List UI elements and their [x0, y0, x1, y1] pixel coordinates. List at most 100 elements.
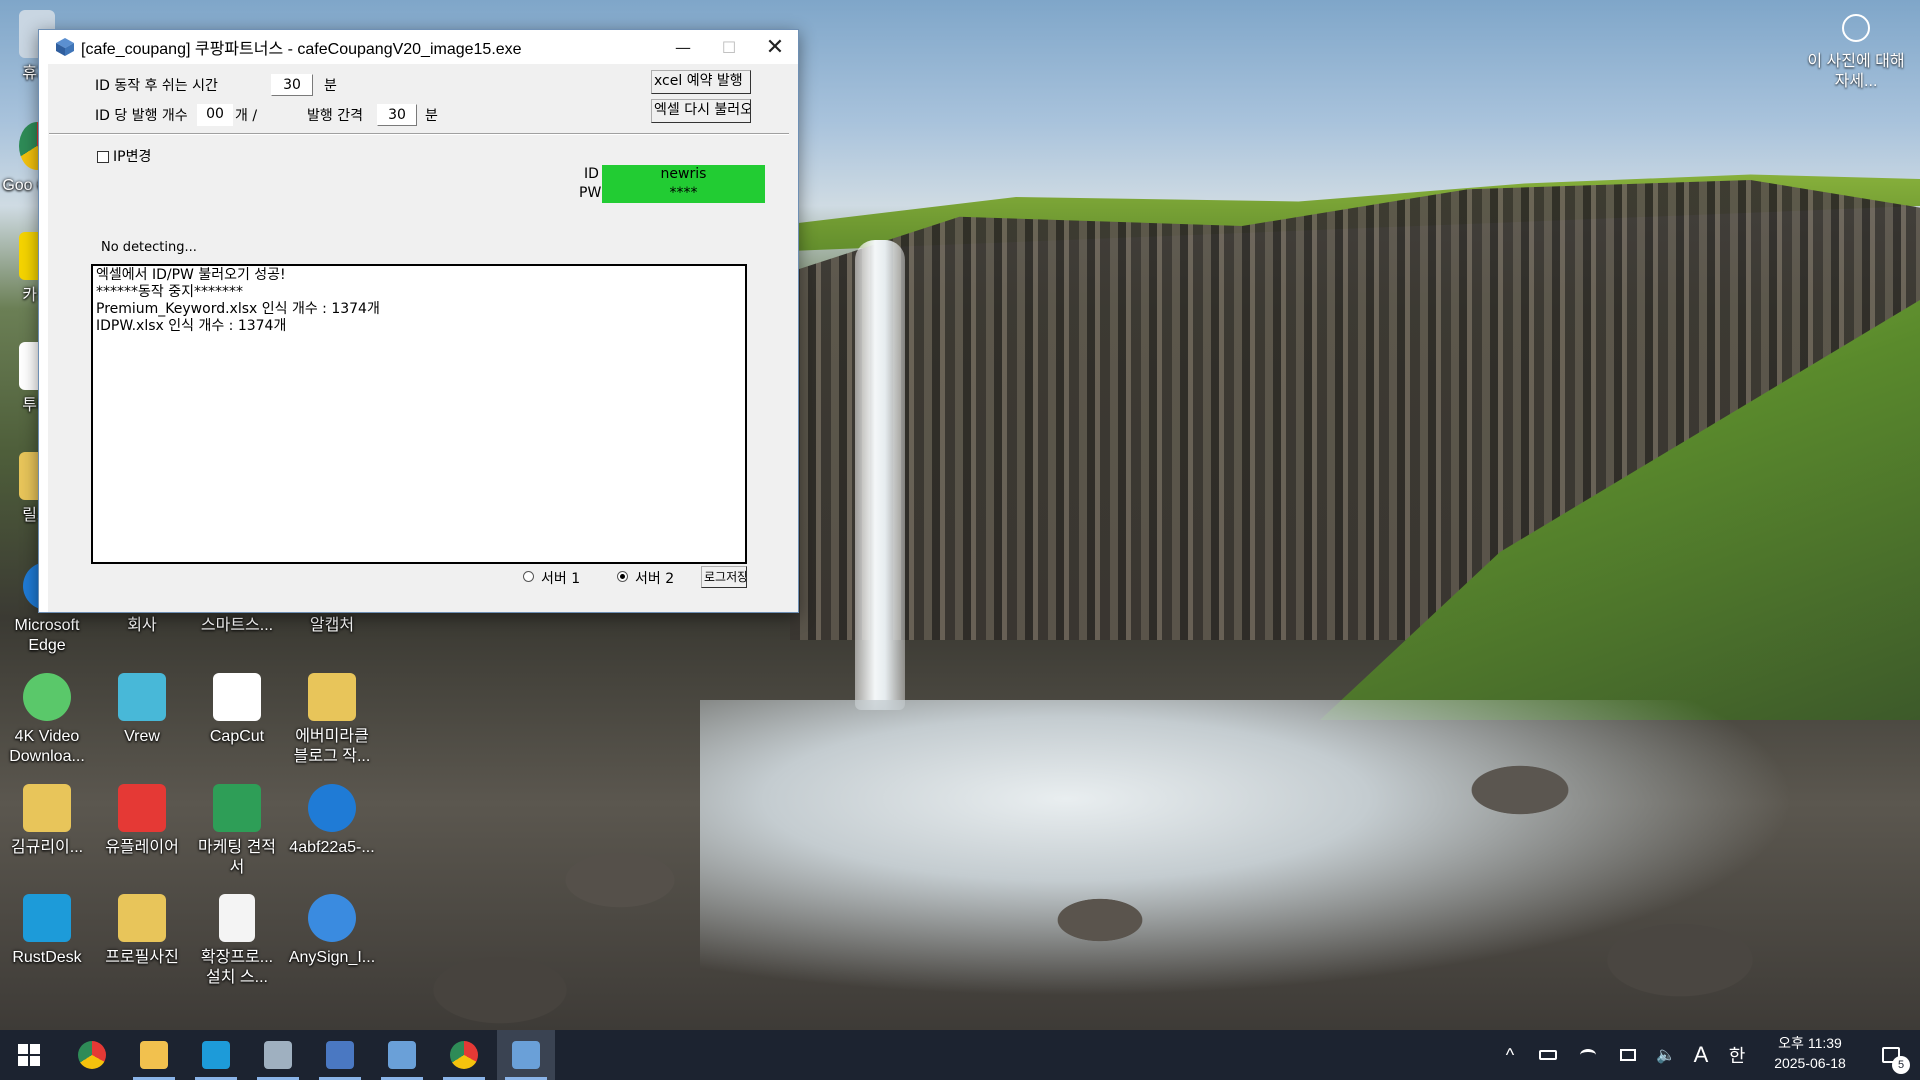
- wallpaper-info[interactable]: 이 사진에 대해 자세...: [1800, 14, 1912, 92]
- chrome-icon: [78, 1041, 106, 1069]
- notification-count-badge: 5: [1892, 1056, 1910, 1074]
- ip-change-checkbox[interactable]: [97, 151, 109, 163]
- tray-display[interactable]: [1610, 1030, 1646, 1080]
- server2-radio[interactable]: [617, 571, 628, 582]
- wifi-icon: [1580, 1049, 1596, 1061]
- taskbar-rustdesk[interactable]: [187, 1030, 245, 1080]
- server1-radio[interactable]: [523, 571, 534, 582]
- app-cube-icon: [512, 1041, 540, 1069]
- capcut-icon: [213, 673, 261, 721]
- taskbar-app-window[interactable]: [249, 1030, 307, 1080]
- ime-language-indicator: 한: [1728, 1046, 1746, 1066]
- 4k-video-icon: [23, 673, 71, 721]
- window-left-strip: [39, 64, 48, 612]
- minimize-icon: —: [675, 37, 691, 57]
- speaker-icon: 🔈: [1656, 1047, 1676, 1064]
- window-separator: [49, 133, 789, 135]
- camera-icon: [1842, 14, 1870, 42]
- tray-overflow-button[interactable]: ^: [1495, 1030, 1525, 1080]
- desktop-icon-uplayer[interactable]: 유플레이어: [97, 784, 187, 858]
- folder-icon: [23, 784, 71, 832]
- remote-desktop-icon: [326, 1041, 354, 1069]
- chevron-up-icon: ^: [1505, 1044, 1515, 1065]
- ime-mode-indicator: A: [1693, 1042, 1709, 1067]
- rustdesk-icon: [23, 894, 71, 942]
- taskbar-file-explorer[interactable]: [125, 1030, 183, 1080]
- interval-label: 발행 간격: [307, 108, 363, 124]
- desktop-icon-evermiracle[interactable]: 에버미라클 블로그 작...: [287, 673, 377, 767]
- tray-volume[interactable]: 🔈: [1648, 1030, 1684, 1080]
- taskbar-app-cube[interactable]: [373, 1030, 431, 1080]
- chrome-icon: [450, 1041, 478, 1069]
- desktop-icon-anysign[interactable]: AnySign_I...: [287, 894, 377, 968]
- close-button[interactable]: ✕: [752, 30, 798, 64]
- battery-icon: [1539, 1050, 1557, 1060]
- desktop-icon-kimgyuri[interactable]: 김규리이...: [2, 784, 92, 858]
- interval-unit: 분: [425, 108, 438, 124]
- excel-reserve-publish-button[interactable]: xcel 예약 발행: [651, 70, 751, 94]
- folder-icon: [308, 673, 356, 721]
- notification-center-button[interactable]: 5: [1866, 1030, 1916, 1080]
- excel-reload-button[interactable]: 엑셀 다시 불러오기: [651, 99, 751, 123]
- wallpaper-info-text: 이 사진에 대해 자세...: [1807, 53, 1905, 90]
- id-label: ID: [584, 166, 599, 182]
- rustdesk-icon: [202, 1041, 230, 1069]
- log-save-button[interactable]: 로그저장: [701, 566, 747, 588]
- taskbar-chrome[interactable]: [63, 1030, 121, 1080]
- desktop-icon-vrew[interactable]: Vrew: [97, 673, 187, 747]
- folder-icon: [140, 1041, 168, 1069]
- window-titlebar[interactable]: [cafe_coupang] 쿠팡파트너스 - cafeCoupangV20_i…: [39, 30, 798, 64]
- desktop-icon-extension-install[interactable]: 확장프로... 설치 스...: [192, 894, 282, 988]
- server2-label: 서버 2: [635, 571, 675, 587]
- ip-change-label: IP변경: [113, 149, 152, 165]
- desktop-icon-4k-video[interactable]: 4K Video Downloa...: [2, 673, 92, 767]
- clock-date: 2025-06-18: [1774, 1055, 1846, 1071]
- cafe-coupang-window: [cafe_coupang] 쿠팡파트너스 - cafeCoupangV20_i…: [38, 29, 799, 613]
- app-cube-icon: [56, 38, 74, 56]
- taskbar-cafe-coupang[interactable]: [497, 1030, 555, 1080]
- pw-label: PW: [579, 185, 602, 201]
- uplayer-icon: [118, 784, 166, 832]
- taskbar: ^ 🔈 A 한 5: [0, 1030, 1920, 1080]
- close-icon: ✕: [765, 34, 785, 60]
- clock-time: 오후 11:39: [1778, 1035, 1842, 1051]
- anysign-icon: [308, 894, 356, 942]
- start-button[interactable]: [0, 1030, 58, 1080]
- tray-network[interactable]: [1570, 1030, 1606, 1080]
- edge-icon: [308, 784, 356, 832]
- file-icon: [219, 894, 255, 942]
- tray-ime-lang[interactable]: 한: [1722, 1030, 1752, 1080]
- excel-file-icon: [213, 784, 261, 832]
- folder-icon: [118, 894, 166, 942]
- interval-input[interactable]: 30: [377, 104, 417, 126]
- taskbar-clock[interactable]: 오후 11:39 2025-06-18: [1750, 1033, 1870, 1073]
- status-text: No detecting...: [101, 240, 197, 255]
- minimize-button[interactable]: —: [660, 30, 706, 64]
- window-title: [cafe_coupang] 쿠팡파트너스 - cafeCoupangV20_i…: [81, 41, 522, 58]
- id-field[interactable]: newris: [602, 165, 765, 184]
- desktop-icon-profile-photo[interactable]: 프로필사진: [97, 894, 187, 968]
- taskbar-remote-desktop[interactable]: [311, 1030, 369, 1080]
- desktop-icon-rustdesk[interactable]: RustDesk: [2, 894, 92, 968]
- tray-battery[interactable]: [1530, 1030, 1566, 1080]
- app-cube-icon: [388, 1041, 416, 1069]
- desktop-icon-capcut[interactable]: CapCut: [192, 673, 282, 747]
- rest-time-input[interactable]: 30: [271, 74, 313, 96]
- log-textarea[interactable]: 엑셀에서 ID/PW 불러오기 성공! ******동작 중지******* P…: [91, 264, 747, 564]
- taskbar-chrome-2[interactable]: [435, 1030, 493, 1080]
- desktop-icon-4abf22a5[interactable]: 4abf22a5-...: [287, 784, 377, 858]
- display-icon: [1620, 1049, 1636, 1061]
- rest-time-label: ID 동작 후 쉬는 시간: [95, 78, 218, 94]
- pw-field[interactable]: ****: [602, 184, 765, 203]
- per-id-count-unit: 개 /: [235, 108, 258, 124]
- windows-logo-icon: [18, 1044, 40, 1066]
- per-id-count-input[interactable]: 00: [197, 104, 233, 126]
- tray-ime-mode[interactable]: A: [1686, 1030, 1716, 1080]
- maximize-icon: ☐: [721, 37, 737, 57]
- server1-label: 서버 1: [541, 571, 581, 587]
- rest-time-unit: 분: [324, 78, 337, 94]
- desktop-icon-marketing-quote[interactable]: 마케팅 견적서: [192, 784, 282, 878]
- maximize-button[interactable]: ☐: [706, 30, 752, 64]
- per-id-count-label: ID 당 발행 개수: [95, 108, 188, 124]
- window-app-icon: [264, 1041, 292, 1069]
